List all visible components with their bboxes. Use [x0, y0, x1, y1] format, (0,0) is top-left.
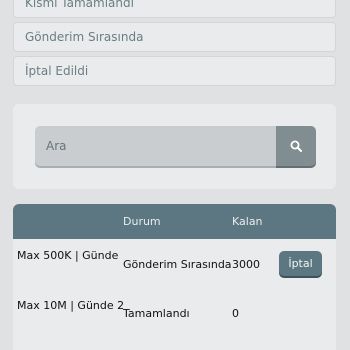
column-header-remaining: Kalan	[232, 215, 263, 228]
filter-label: İptal Edildi	[25, 64, 89, 78]
search-icon	[290, 140, 302, 152]
service-cell: Max 10M | Günde 2	[17, 299, 125, 312]
filter-partially-completed[interactable]: Kısmi Tamamlandı	[13, 0, 336, 18]
cancel-order-button[interactable]: İptal	[279, 251, 322, 276]
orders-page: Kısmi Tamamlandı Gönderim Sırasında İpta…	[0, 0, 350, 350]
service-cell: Max 500K | Günde	[17, 249, 119, 262]
column-header-status: Durum	[123, 215, 161, 228]
orders-table: Durum Kalan Max 500K | Günde Gönderim Sı…	[13, 204, 336, 350]
search-input[interactable]	[35, 126, 276, 166]
status-cell: Gönderim Sırasında	[123, 258, 232, 271]
remaining-cell: 0	[232, 307, 239, 320]
search-panel	[13, 104, 336, 189]
filter-cancelled[interactable]: İptal Edildi	[13, 56, 336, 86]
filter-in-progress[interactable]: Gönderim Sırasında	[13, 22, 336, 52]
status-cell: Tamamlandı	[123, 307, 190, 320]
filter-label: Gönderim Sırasında	[25, 30, 144, 44]
search-button[interactable]	[276, 126, 316, 166]
remaining-cell: 3000	[232, 258, 260, 271]
table-header: Durum Kalan	[13, 204, 336, 239]
filter-label: Kısmi Tamamlandı	[25, 0, 134, 10]
